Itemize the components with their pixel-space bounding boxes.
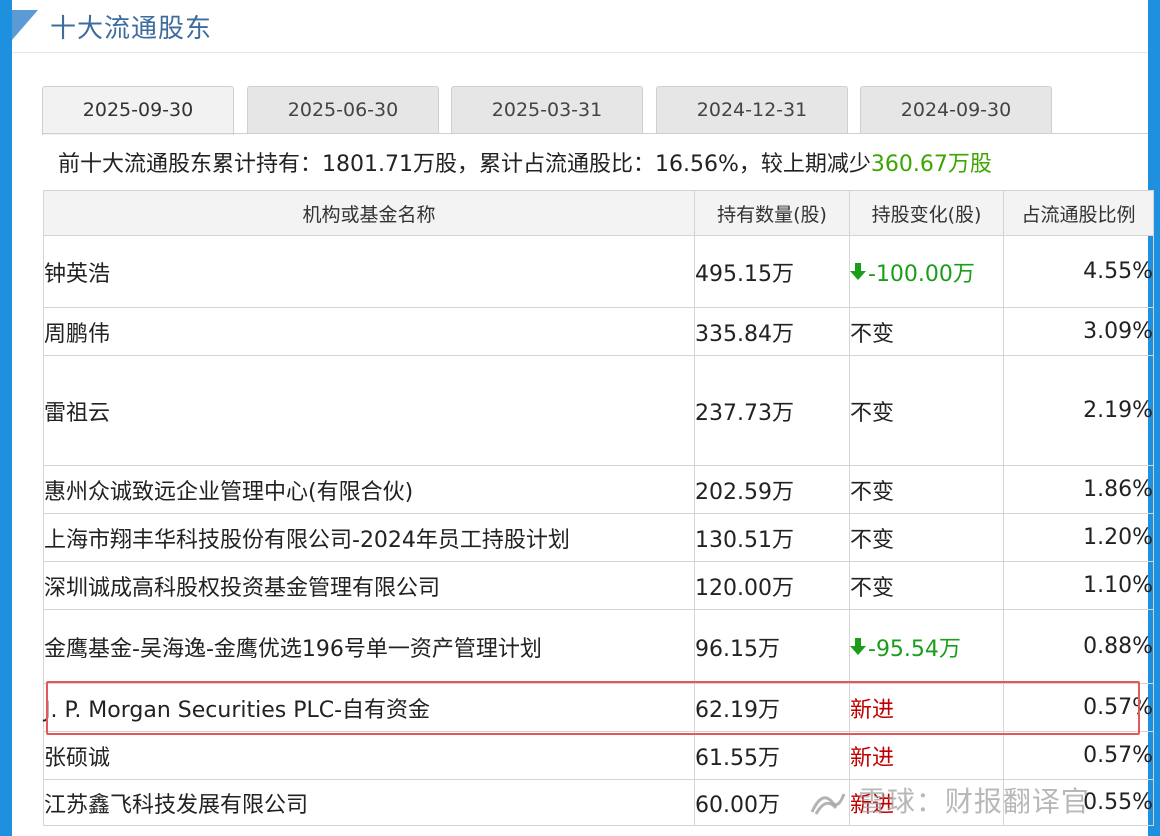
change-value: 新进: [850, 745, 895, 771]
table-row: 深圳诚成高科股权投资基金管理有限公司 120.00万 不变 1.10%: [43, 561, 1154, 610]
holder-name[interactable]: 上海市翔丰华科技股份有限公司-2024年员工持股计划: [43, 513, 695, 562]
title-corner-decoration: [12, 10, 38, 40]
holding-change: 不变: [849, 561, 1004, 610]
summary-change: 360.67万股: [870, 152, 992, 177]
change-value: 不变: [850, 527, 895, 553]
holder-name[interactable]: 惠州众诚致远企业管理中心(有限合伙): [43, 465, 695, 514]
table-row: 雷祖云 237.73万 不变 2.19%: [43, 355, 1154, 466]
holding-pct: 2.19%: [1003, 355, 1154, 466]
table-row: 上海市翔丰华科技股份有限公司-2024年员工持股计划 130.51万 不变 1.20%: [43, 513, 1154, 562]
holding-pct: 1.10%: [1003, 561, 1154, 610]
holding-pct: 3.09%: [1003, 307, 1154, 356]
tab-2025-06-30[interactable]: 2025-06-30: [247, 86, 439, 133]
holder-name[interactable]: J. P. Morgan Securities PLC-自有资金: [43, 683, 695, 732]
holdings-summary: 前十大流通股东累计持有：1801.71万股，累计占流通股比：16.56%，较上期…: [58, 146, 992, 178]
arrow-down-icon: [850, 262, 866, 286]
holding-qty: 96.15万: [694, 609, 850, 684]
holding-pct: 1.20%: [1003, 513, 1154, 562]
header-pct: 占流通股比例: [1003, 190, 1154, 236]
holding-pct: 1.86%: [1003, 465, 1154, 514]
holding-pct: 0.57%: [1003, 731, 1154, 780]
holding-change: -100.00万: [849, 235, 1004, 308]
holding-change: 新进: [849, 683, 1004, 732]
holder-name[interactable]: 金鹰基金-吴海逸-金鹰优选196号单一资产管理计划: [43, 609, 695, 684]
table-row: 张硕诚 61.55万 新进 0.57%: [43, 731, 1154, 780]
holding-qty: 335.84万: [694, 307, 850, 356]
snowball-logo-icon: [810, 793, 846, 815]
watermark-text: 雪球：财报翻译官: [857, 785, 1090, 818]
table-row: 周鹏伟 335.84万 不变 3.09%: [43, 307, 1154, 356]
change-value: 不变: [850, 400, 895, 426]
change-value: 新进: [850, 697, 895, 723]
holding-change: 新进: [849, 731, 1004, 780]
change-value: 不变: [850, 479, 895, 505]
holding-change: 不变: [849, 513, 1004, 562]
header-qty: 持有数量(股): [694, 190, 850, 236]
holding-change: 不变: [849, 307, 1004, 356]
holding-change: 不变: [849, 465, 1004, 514]
table-row: 金鹰基金-吴海逸-金鹰优选196号单一资产管理计划 96.15万 -95.54万 0.…: [43, 609, 1154, 684]
holder-name[interactable]: 江苏鑫飞科技发展有限公司: [43, 779, 695, 826]
section-title: 十大流通股东: [50, 14, 213, 44]
watermark: 雪球：财报翻译官: [808, 780, 1090, 820]
header-change: 持股变化(股): [849, 190, 1004, 236]
holding-qty: 237.73万: [694, 355, 850, 466]
holder-name[interactable]: 周鹏伟: [43, 307, 695, 356]
holder-name[interactable]: 张硕诚: [43, 731, 695, 780]
holding-change: -95.54万: [849, 609, 1004, 684]
holding-qty: 62.19万: [694, 683, 850, 732]
tab-2025-09-30[interactable]: 2025-09-30: [42, 86, 234, 135]
tab-2024-12-31[interactable]: 2024-12-31: [656, 86, 848, 133]
table-header-row: 机构或基金名称 持有数量(股) 持股变化(股) 占流通股比例: [43, 190, 1154, 236]
holder-name[interactable]: 钟英浩: [43, 235, 695, 308]
header-name: 机构或基金名称: [43, 190, 695, 236]
holding-change: 不变: [849, 355, 1004, 466]
holding-pct: 0.88%: [1003, 609, 1154, 684]
change-value: -100.00万: [868, 261, 975, 287]
holding-qty: 202.59万: [694, 465, 850, 514]
tab-baseline: [42, 133, 1148, 134]
tab-2025-03-31[interactable]: 2025-03-31: [451, 86, 643, 133]
title-divider: [12, 52, 1148, 53]
top-holders-table: 机构或基金名称 持有数量(股) 持股变化(股) 占流通股比例 钟英浩 495.15…: [43, 190, 1154, 826]
table-row: 惠州众诚致远企业管理中心(有限合伙) 202.59万 不变 1.86%: [43, 465, 1154, 514]
arrow-down-icon: [850, 637, 866, 661]
table-row: J. P. Morgan Securities PLC-自有资金 62.19万 新进…: [43, 683, 1154, 732]
holding-qty: 61.55万: [694, 731, 850, 780]
change-value: -95.54万: [868, 636, 961, 662]
holder-name[interactable]: 雷祖云: [43, 355, 695, 466]
change-value: 不变: [850, 321, 895, 347]
table-row: 钟英浩 495.15万 -100.00万 4.55%: [43, 235, 1154, 308]
holding-pct: 4.55%: [1003, 235, 1154, 308]
holder-name[interactable]: 深圳诚成高科股权投资基金管理有限公司: [43, 561, 695, 610]
holding-qty: 120.00万: [694, 561, 850, 610]
tab-2024-09-30[interactable]: 2024-09-30: [860, 86, 1052, 133]
holding-qty: 495.15万: [694, 235, 850, 308]
summary-text: 前十大流通股东累计持有：1801.71万股，累计占流通股比：16.56%，较上期…: [58, 152, 871, 177]
holding-qty: 130.51万: [694, 513, 850, 562]
holding-pct: 0.57%: [1003, 683, 1154, 732]
change-value: 不变: [850, 575, 895, 601]
